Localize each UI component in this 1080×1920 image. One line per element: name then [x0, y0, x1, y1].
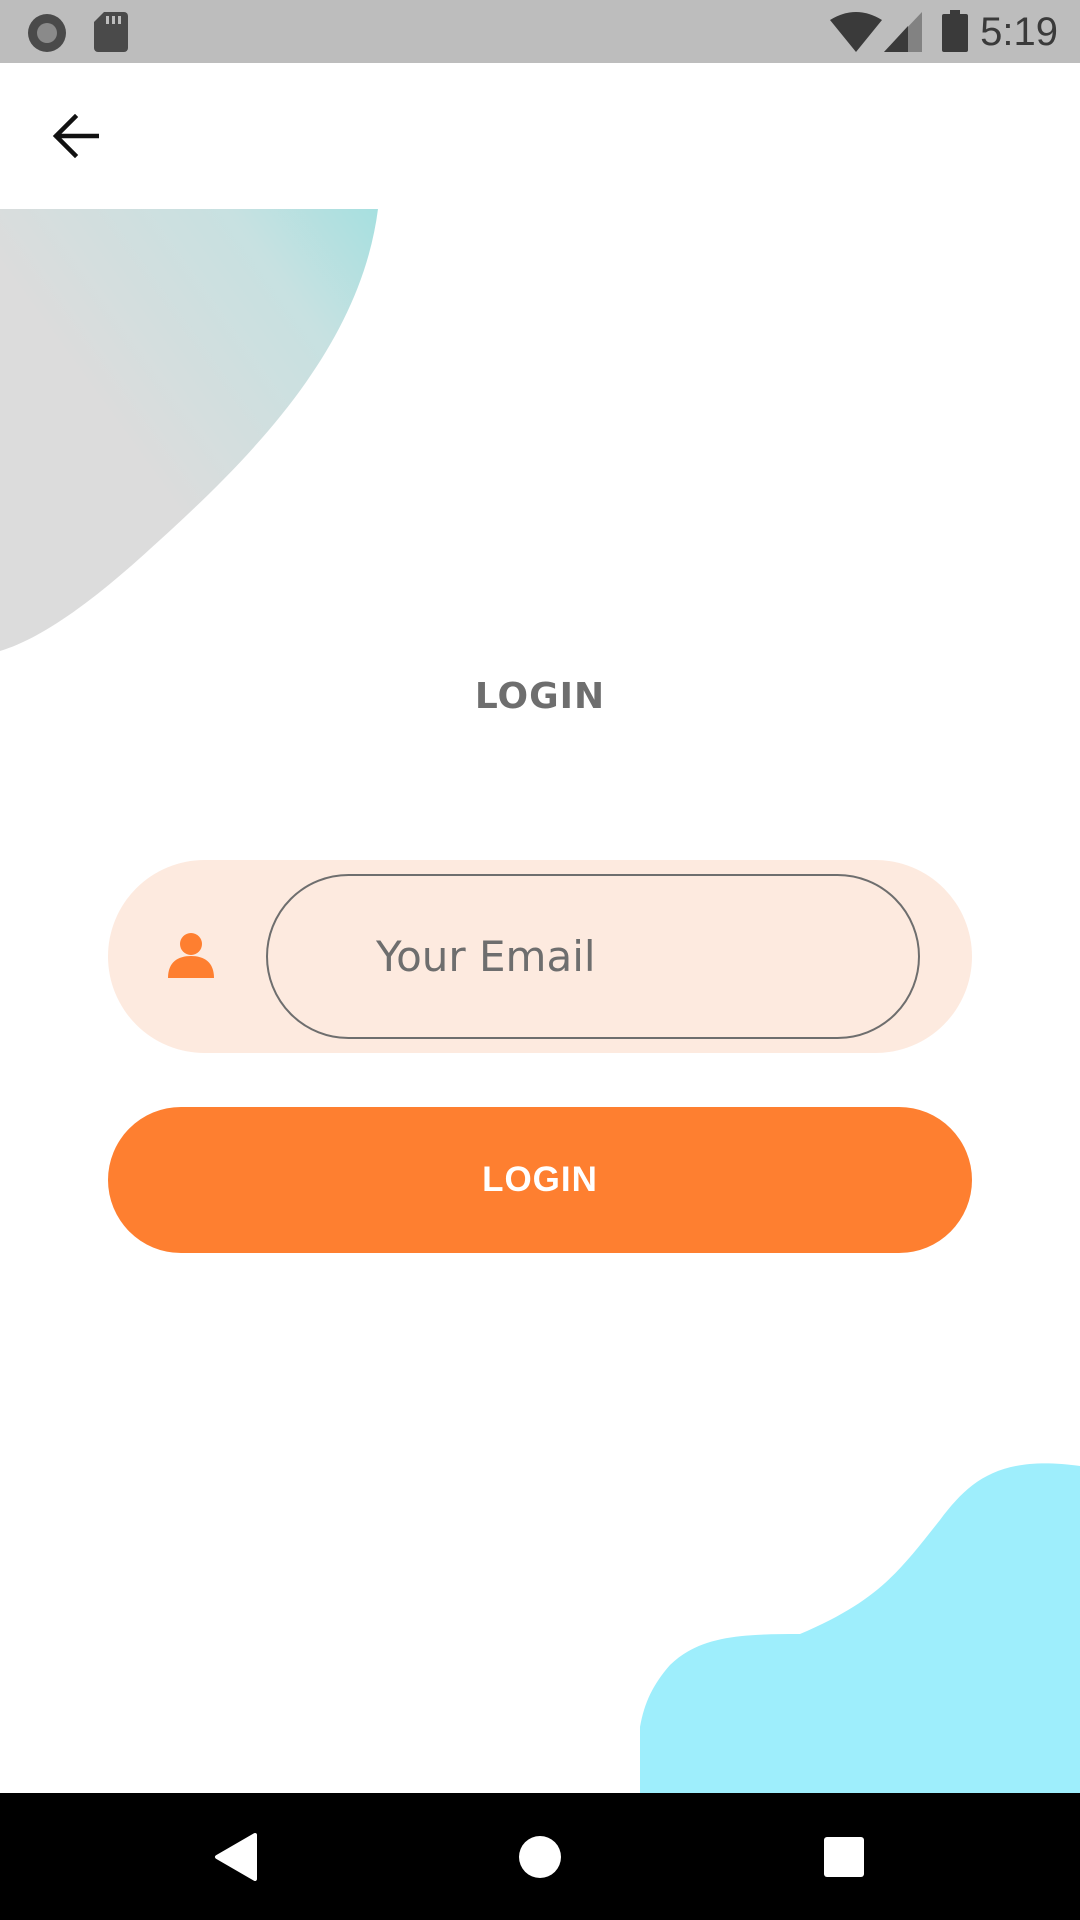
decorative-blob-top [0, 209, 378, 651]
cellular-signal-icon [884, 12, 922, 52]
wifi-icon [830, 12, 882, 52]
back-triangle-icon [215, 1833, 257, 1881]
back-button[interactable] [40, 106, 110, 166]
navigation-bar [0, 1793, 1080, 1920]
login-screen: 5:19 LOGIN LOGIN [0, 0, 1080, 1920]
nav-back-button[interactable] [200, 1821, 272, 1893]
status-bar: 5:19 [0, 0, 1080, 63]
home-circle-icon [519, 1836, 561, 1878]
status-time: 5:19 [980, 10, 1058, 54]
nav-home-button[interactable] [504, 1821, 576, 1893]
decorative-blob-bottom [640, 1463, 1080, 1793]
record-icon [28, 14, 66, 52]
page-title: LOGIN [474, 676, 606, 717]
email-input[interactable] [266, 874, 920, 1039]
sd-card-icon [94, 12, 128, 52]
arrow-back-icon [52, 114, 99, 158]
login-button[interactable]: LOGIN [108, 1107, 972, 1253]
person-icon [168, 933, 214, 978]
email-field-container [108, 860, 972, 1053]
nav-recents-button[interactable] [808, 1821, 880, 1893]
battery-icon [942, 10, 968, 52]
recents-square-icon [824, 1837, 864, 1877]
